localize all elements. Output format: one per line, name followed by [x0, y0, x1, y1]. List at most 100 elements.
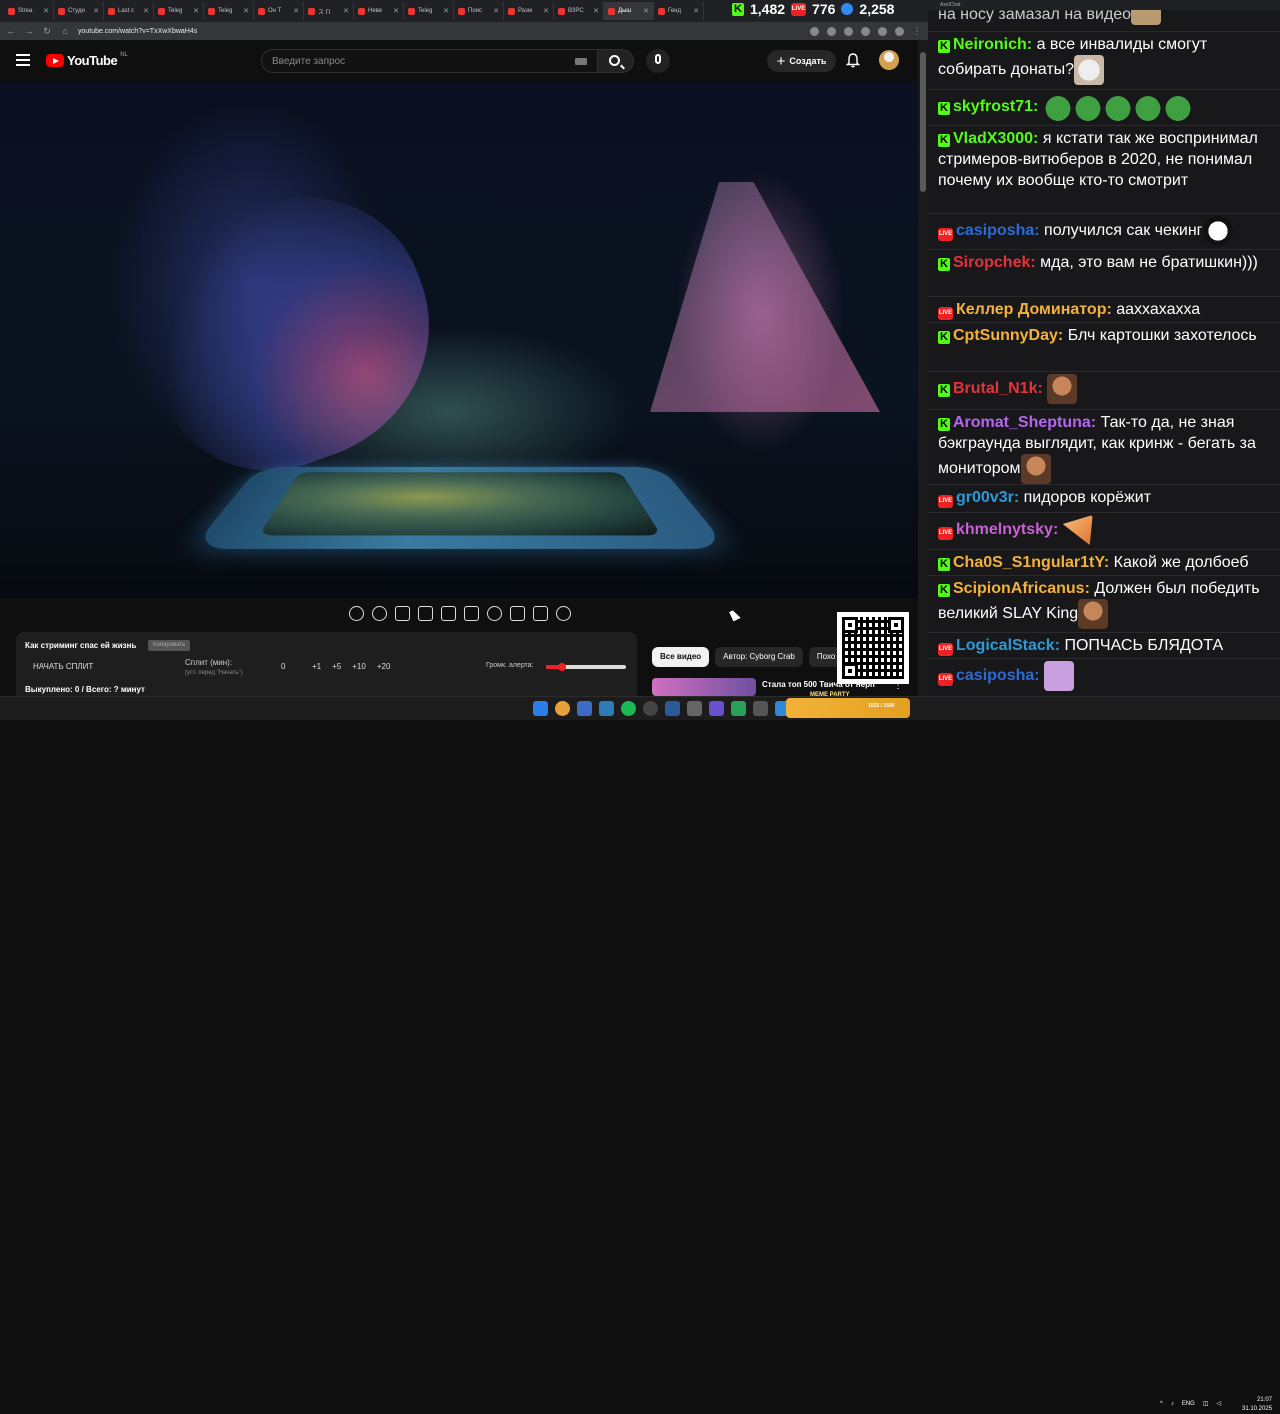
hamburger-menu-icon[interactable]	[16, 54, 30, 66]
clapperboard-icon[interactable]	[418, 606, 433, 621]
clock[interactable]: 21:07 31.10.2025	[1242, 1396, 1272, 1414]
chat-username[interactable]: Brutal_N1k:	[953, 380, 1043, 397]
extension-icon[interactable]	[861, 26, 870, 36]
extension-icon[interactable]	[827, 26, 836, 36]
app-icon[interactable]	[731, 701, 746, 716]
extension-icon[interactable]	[878, 26, 887, 36]
alert-volume-thumb[interactable]	[558, 663, 566, 671]
browser-tab[interactable]: Неве ✕	[354, 2, 404, 20]
crop-icon[interactable]	[441, 606, 456, 621]
screen-record-icon[interactable]	[395, 606, 410, 621]
app-icon[interactable]	[709, 701, 724, 716]
video-player[interactable]	[0, 82, 918, 598]
profile-icon[interactable]	[895, 26, 904, 36]
settings-gear-icon[interactable]	[556, 606, 571, 621]
create-button[interactable]: + Создать	[767, 50, 836, 72]
user-avatar[interactable]	[879, 50, 899, 70]
tab-close-icon[interactable]: ✕	[93, 7, 99, 15]
chat-username[interactable]: CptSunnyDay:	[953, 327, 1063, 344]
browser-tab[interactable]: Strea ✕	[4, 2, 54, 20]
tab-close-icon[interactable]: ✕	[493, 7, 499, 15]
chip-all-videos[interactable]: Все видео	[652, 647, 710, 667]
tab-close-icon[interactable]: ✕	[43, 7, 49, 15]
browser-tab[interactable]: Генд ✕	[654, 2, 704, 20]
app-icon[interactable]	[687, 701, 702, 716]
spotify-icon[interactable]	[621, 701, 636, 716]
split-minutes-value[interactable]: 0	[281, 662, 285, 671]
copy-button[interactable]: Копировать	[148, 640, 191, 651]
browser-tab[interactable]: Teleg ✕	[404, 2, 454, 20]
step-plus-10-button[interactable]: +10	[352, 662, 366, 671]
tray-mic-icon[interactable]: ♪	[1171, 1401, 1174, 1407]
speed-gauge-icon[interactable]	[487, 606, 502, 621]
chat-username[interactable]: Cha0S_S1ngular1tY:	[953, 554, 1109, 571]
url-field[interactable]: youtube.com/watch?v=TxXwXbwaH4s	[78, 28, 802, 35]
theater-icon[interactable]	[464, 606, 479, 621]
step-plus-5-button[interactable]: +5	[332, 662, 341, 671]
discord-icon[interactable]	[577, 701, 592, 716]
keyboard-language[interactable]: ENG	[1182, 1401, 1195, 1407]
tray-chevron-icon[interactable]: ^	[1160, 1401, 1163, 1407]
start-windows-icon[interactable]	[533, 701, 548, 716]
tab-close-icon[interactable]: ✕	[693, 7, 699, 15]
tab-close-icon[interactable]: ✕	[243, 7, 249, 15]
tab-close-icon[interactable]: ✕	[343, 7, 349, 15]
extension-icon[interactable]	[844, 26, 853, 36]
forward-icon[interactable]: →	[24, 26, 34, 36]
voice-search-button[interactable]	[646, 49, 670, 73]
recommendation-more-icon[interactable]: ⋮	[893, 680, 903, 691]
browser-tab[interactable]: ВЗРС ✕	[554, 2, 604, 20]
obs-studio-icon[interactable]	[643, 701, 658, 716]
browser-tab[interactable]: Разм ✕	[504, 2, 554, 20]
step-plus-1-button[interactable]: +1	[312, 662, 321, 671]
volume-icon[interactable]: ◁	[1217, 1400, 1222, 1407]
youtube-logo[interactable]: YouTube NL	[46, 52, 128, 68]
keyboard-icon[interactable]	[575, 58, 587, 65]
browser-tab[interactable]: Last c ✕	[104, 2, 154, 20]
tab-close-icon[interactable]: ✕	[443, 7, 449, 15]
tab-close-icon[interactable]: ✕	[193, 7, 199, 15]
chat-username[interactable]: gr00v3r:	[956, 489, 1019, 506]
network-icon[interactable]: ◫	[1203, 1400, 1209, 1407]
recommendation-thumbnail[interactable]	[652, 678, 756, 696]
scrollbar-thumb[interactable]	[920, 52, 926, 192]
add-clip-icon[interactable]	[510, 606, 525, 621]
home-icon[interactable]: ⌂	[60, 26, 70, 36]
chat-username[interactable]: skyfrost71:	[953, 98, 1038, 115]
tab-close-icon[interactable]: ✕	[393, 7, 399, 15]
obs-icon[interactable]	[599, 701, 614, 716]
alert-volume-slider[interactable]	[546, 663, 626, 671]
search-input[interactable]	[262, 50, 562, 72]
chat-username[interactable]: casiposha:	[956, 222, 1040, 239]
notifications-bell-icon[interactable]	[846, 53, 860, 68]
tab-close-icon[interactable]: ✕	[143, 7, 149, 15]
browser-tab[interactable]: Студи ✕	[54, 2, 104, 20]
browser-tab[interactable]: Поис ✕	[454, 2, 504, 20]
chat-username[interactable]: LogicalStack:	[956, 637, 1060, 654]
screenshot-camera-icon[interactable]	[533, 606, 548, 621]
browser-tab[interactable]: Он Т ✕	[254, 2, 304, 20]
chat-username[interactable]: casiposha:	[956, 667, 1040, 684]
reload-icon[interactable]: ↻	[42, 26, 52, 37]
browser-tab[interactable]: Teleg ✕	[204, 2, 254, 20]
extension-icon[interactable]	[810, 26, 819, 36]
chat-username[interactable]: Siropchek:	[953, 254, 1036, 271]
tab-close-icon[interactable]: ✕	[293, 7, 299, 15]
search-button[interactable]	[598, 49, 634, 73]
chat-username[interactable]: VladX3000:	[953, 130, 1038, 147]
recommendation-title[interactable]: Стала топ 500 Твича от нерп	[762, 680, 892, 689]
chat-username[interactable]: Aromat_Sheptuna:	[953, 414, 1096, 431]
chat-username[interactable]: khmelnytsky:	[956, 521, 1058, 538]
app-icon[interactable]	[753, 701, 768, 716]
start-split-button[interactable]: НАЧАТЬ СПЛИТ	[33, 662, 93, 671]
chrome-icon[interactable]	[555, 701, 570, 716]
chat-username[interactable]: Келлер Доминатор:	[956, 301, 1112, 318]
tab-close-icon[interactable]: ✕	[543, 7, 549, 15]
back-icon[interactable]: ←	[6, 26, 16, 36]
chat-username[interactable]: Neironich:	[953, 36, 1032, 53]
broadcast-icon[interactable]	[372, 606, 387, 621]
browser-tab[interactable]: ス ГІ ✕	[304, 2, 354, 20]
chat-username[interactable]: ScipionAfricanus:	[953, 580, 1090, 597]
browser-tab[interactable]: Teleg ✕	[154, 2, 204, 20]
browser-tab[interactable]: Дыш ✕	[604, 2, 654, 20]
